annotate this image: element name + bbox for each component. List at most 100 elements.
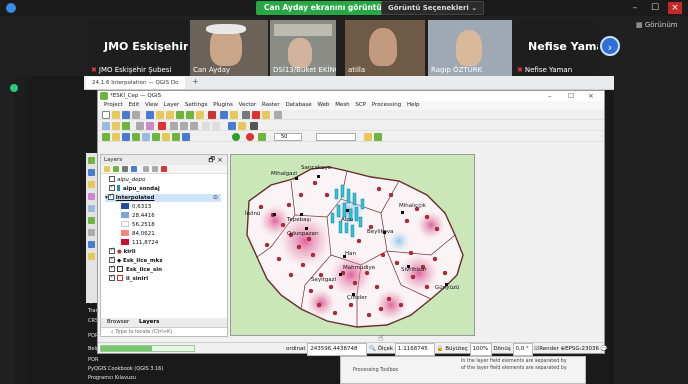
- add-line-icon[interactable]: [88, 181, 95, 188]
- add-spatialite-icon[interactable]: [142, 133, 150, 141]
- vertex-tool-icon[interactable]: [146, 122, 154, 130]
- maximize-icon[interactable]: ☐: [568, 91, 574, 101]
- minimize-icon[interactable]: –: [628, 2, 642, 14]
- label-icon[interactable]: [228, 122, 236, 130]
- menu-help[interactable]: Help: [407, 102, 420, 108]
- expand-all-icon[interactable]: [143, 166, 149, 172]
- view-panel-label[interactable]: ▦ Görünüm: [636, 21, 678, 29]
- scp-icon[interactable]: [232, 133, 240, 141]
- layer-checkbox[interactable]: [109, 246, 115, 254]
- menu-settings[interactable]: Settings: [185, 102, 208, 108]
- layer-item-il-siniri[interactable]: il_siniri: [109, 273, 148, 283]
- locator-search-input[interactable]: ⌕ Type to locate (Ctrl+K): [101, 327, 227, 336]
- filter-icon[interactable]: [131, 166, 137, 172]
- pan-icon[interactable]: [146, 111, 154, 119]
- add-polygon-icon[interactable]: [88, 193, 95, 200]
- layer-indicator-icon[interactable]: ⊙: [213, 194, 218, 202]
- open-project-icon[interactable]: [112, 111, 120, 119]
- coordinate-field[interactable]: 243596,4438748: [307, 343, 368, 356]
- sum-icon[interactable]: [252, 111, 260, 119]
- undo-icon[interactable]: [202, 122, 210, 130]
- add-raster-icon[interactable]: [112, 133, 120, 141]
- participant-tile[interactable]: Can Ayday: [190, 20, 268, 76]
- tab-browser[interactable]: Browser: [107, 319, 129, 325]
- visibility-icon[interactable]: [122, 166, 128, 172]
- split-icon[interactable]: [88, 205, 95, 212]
- layer-checkbox[interactable]: [109, 176, 115, 182]
- menu-database[interactable]: Database: [285, 102, 311, 108]
- add-mesh-icon[interactable]: [172, 133, 180, 141]
- toolbar-icon[interactable]: [274, 111, 282, 119]
- processing-panel-title[interactable]: Processing Toolbox: [353, 368, 398, 373]
- layer-item-interpolated[interactable]: ▾Interpolated⊙: [105, 192, 221, 202]
- menu-scp[interactable]: SCP: [355, 102, 366, 108]
- remove-layer-icon[interactable]: [161, 166, 167, 172]
- scp-tool-icon[interactable]: [364, 133, 372, 141]
- layer-checkbox[interactable]: [109, 264, 115, 272]
- zoom-out-icon[interactable]: [166, 111, 174, 119]
- add-point-icon[interactable]: [88, 169, 95, 176]
- layer-item-esk-ilce-mkz[interactable]: ◆ Esk_ilce_mkz: [109, 255, 163, 265]
- scp-band-icon[interactable]: [258, 133, 266, 141]
- layer-style-icon[interactable]: [104, 166, 110, 172]
- bg-doc-link[interactable]: Programcı Kılavuzu: [88, 375, 136, 381]
- scp-dropdown[interactable]: [316, 133, 356, 141]
- rotation-field[interactable]: 0,0 °: [512, 343, 533, 356]
- layer-checkbox[interactable]: [109, 183, 115, 191]
- reshape-icon[interactable]: [88, 253, 95, 260]
- menu-web[interactable]: Web: [317, 102, 329, 108]
- menu-vector[interactable]: Vector: [239, 102, 257, 108]
- view-options-button[interactable]: Görüntü Seçenekleri ⌄: [381, 1, 485, 15]
- new-layer-icon[interactable]: [182, 133, 190, 141]
- collapse-all-icon[interactable]: [152, 166, 158, 172]
- delete-icon[interactable]: [158, 122, 166, 130]
- lock-icon[interactable]: 🔒: [437, 346, 444, 352]
- add-vector-icon[interactable]: [102, 133, 110, 141]
- scale-field[interactable]: 1:1168745: [394, 343, 435, 356]
- menu-processing[interactable]: Processing: [372, 102, 401, 108]
- offset-icon[interactable]: [88, 241, 95, 248]
- participant-tile[interactable]: Ragıp ÖZTÜRK: [428, 20, 512, 76]
- tab-layers[interactable]: Layers: [139, 319, 159, 325]
- add-wfs-icon[interactable]: [162, 133, 170, 141]
- maximize-icon[interactable]: ☐: [648, 2, 662, 14]
- menu-layer[interactable]: Layer: [164, 102, 179, 108]
- magnifier-field[interactable]: 100%: [469, 343, 492, 356]
- merge-icon[interactable]: [88, 217, 95, 224]
- move-feature-icon[interactable]: [136, 122, 144, 130]
- minimize-icon[interactable]: –: [548, 91, 552, 101]
- cut-icon[interactable]: [170, 122, 178, 130]
- zoom-layer-icon[interactable]: [186, 111, 194, 119]
- print-layout-icon[interactable]: [132, 111, 140, 119]
- annotation-icon[interactable]: [262, 111, 270, 119]
- save-project-icon[interactable]: [122, 111, 130, 119]
- add-postgis-icon[interactable]: [132, 133, 140, 141]
- participant-tile[interactable]: DSİ13/Buket EKİNCİ: [270, 20, 336, 76]
- menu-plugins[interactable]: Plugins: [213, 102, 233, 108]
- scp-tool-icon[interactable]: [374, 133, 382, 141]
- layer-item-alpu-sondaj[interactable]: alpu_sondaj: [109, 183, 160, 193]
- menu-view[interactable]: View: [145, 102, 158, 108]
- close-icon[interactable]: ×: [588, 91, 594, 101]
- layer-checkbox[interactable]: [109, 255, 115, 263]
- bg-doc-link[interactable]: PyQGIS Cookbook (QGIS 3.16): [88, 366, 163, 372]
- menu-project[interactable]: Project: [104, 102, 123, 108]
- rotate-icon[interactable]: [88, 229, 95, 236]
- vertex-icon[interactable]: [88, 157, 95, 164]
- close-icon[interactable]: ×: [668, 2, 682, 14]
- layer-item-esk-ilce-sin[interactable]: Esk_ilce_sin: [109, 264, 162, 274]
- next-participants-button[interactable]: ›: [600, 36, 620, 56]
- menu-edit[interactable]: Edit: [129, 102, 140, 108]
- layer-checkbox[interactable]: [107, 192, 114, 200]
- new-project-icon[interactable]: [102, 111, 110, 119]
- participant-tile[interactable]: JMO Eskişehir Ş... ✖JMO Eskişehir Şubesi: [88, 20, 188, 76]
- add-feature-icon[interactable]: [122, 122, 130, 130]
- measure-icon[interactable]: [242, 111, 250, 119]
- add-csv-icon[interactable]: [122, 133, 130, 141]
- browser-tab[interactable]: 24.1.6 Interpolation — QGIS Do: [86, 77, 185, 89]
- participant-tile[interactable]: Nefise Yaman ✖Nefise Yaman: [514, 20, 598, 76]
- new-tab-button[interactable]: +: [192, 77, 199, 86]
- map-canvas[interactable]: Mihalgazi Sarıcakaya İnönü Tepebaşı Odun…: [230, 154, 475, 336]
- paste-icon[interactable]: [190, 122, 198, 130]
- style-icon[interactable]: [238, 122, 246, 130]
